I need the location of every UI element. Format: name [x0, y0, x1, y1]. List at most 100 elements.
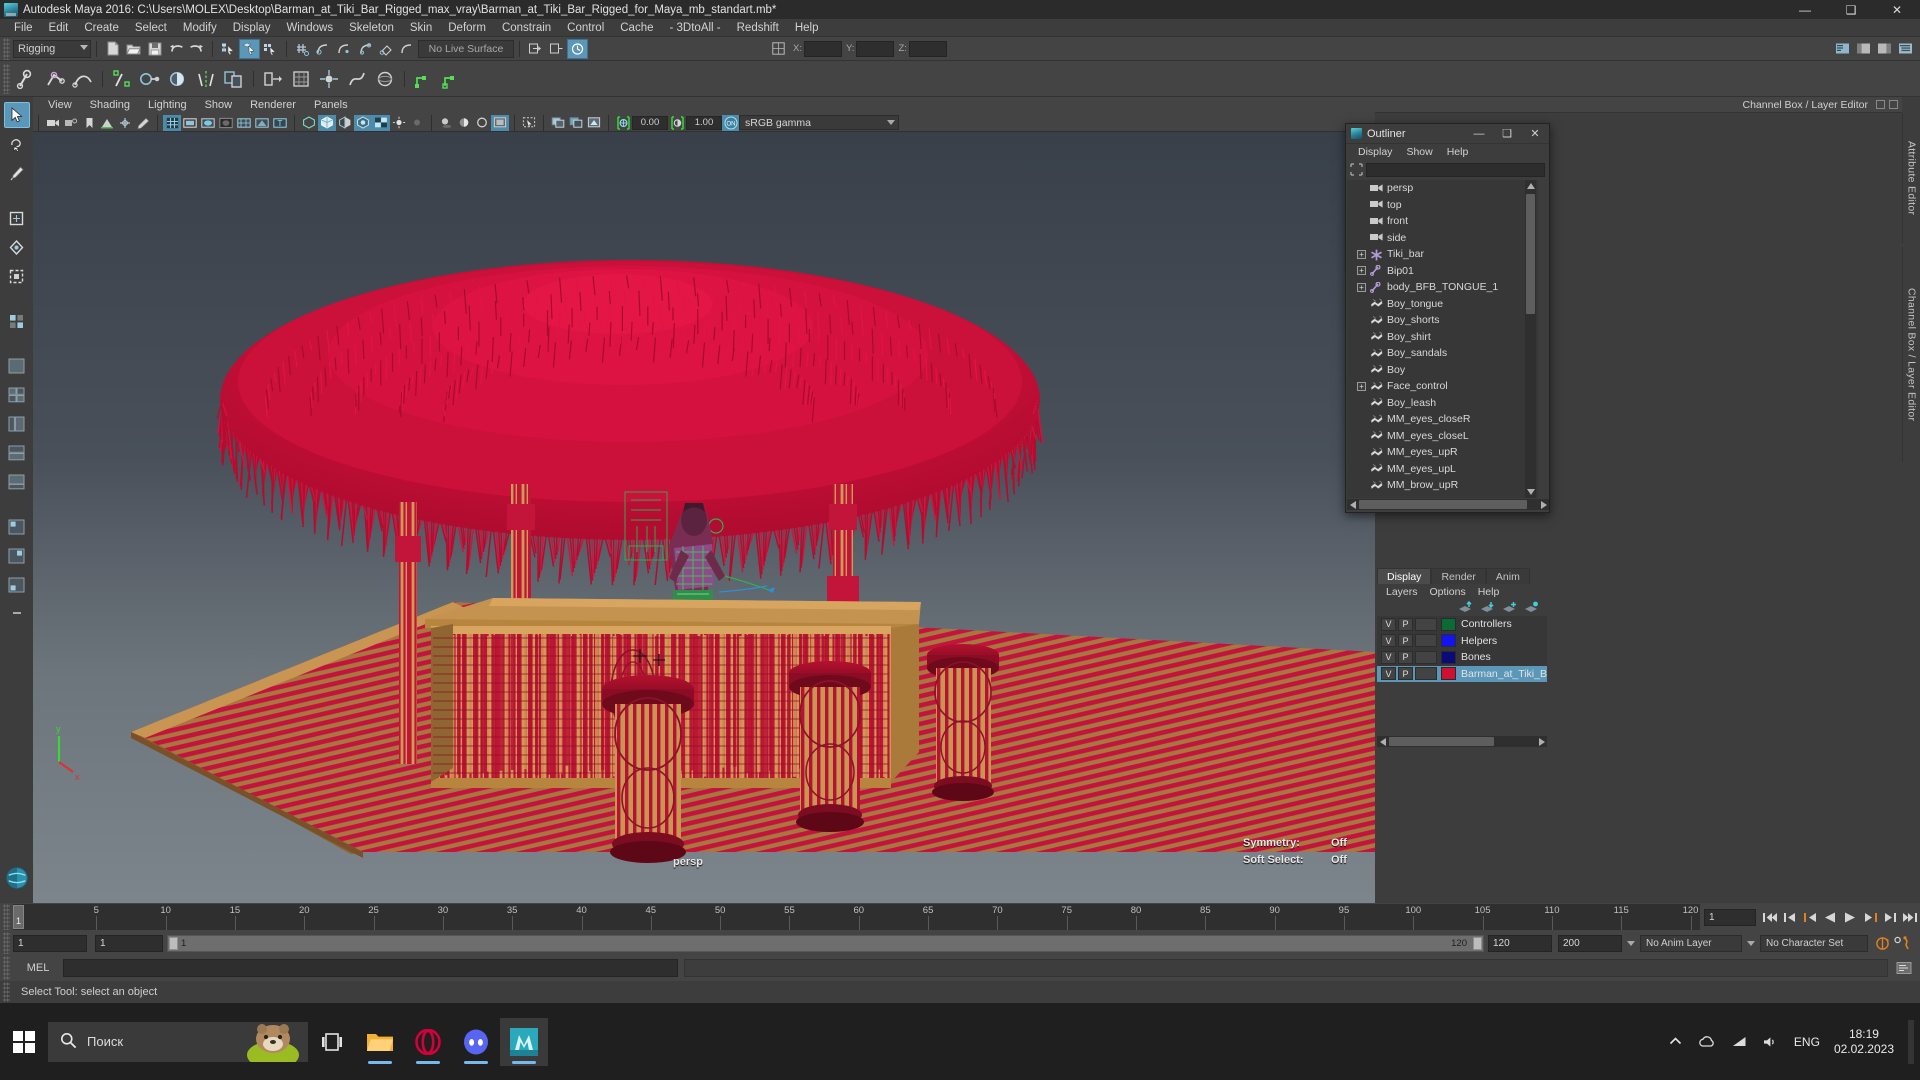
- joint-tool-button[interactable]: [13, 64, 41, 94]
- outliner-item[interactable]: + Face_control: [1347, 378, 1538, 395]
- select-tool-button[interactable]: [3, 102, 30, 128]
- time-slider-track[interactable]: 1 5 10 15 20 25 30 35 40 45 50 55 60 65 70 75 80 85 90 95 1…: [13, 904, 1700, 930]
- outliner-item[interactable]: +Boy_shorts: [1347, 312, 1538, 329]
- commandline-gripper[interactable]: [3, 956, 10, 980]
- outliner-vertical-scrollbar[interactable]: [1525, 180, 1536, 498]
- playback-start-field[interactable]: 1: [95, 934, 163, 952]
- layer-visibility-toggle[interactable]: V: [1381, 634, 1396, 648]
- outliner-item[interactable]: +side: [1347, 230, 1538, 247]
- viewport-menu-lighting[interactable]: Lighting: [139, 97, 196, 114]
- outliner-item[interactable]: +Boy_shirt: [1347, 329, 1538, 346]
- ik-spline-handle-button[interactable]: [69, 64, 97, 94]
- cluster-button[interactable]: [315, 64, 343, 94]
- command-line-input[interactable]: [63, 959, 678, 977]
- layer-row[interactable]: V P Controllers: [1377, 616, 1547, 633]
- layout-outliner-persp-button[interactable]: [4, 411, 30, 437]
- layer-row[interactable]: V P Helpers: [1377, 633, 1547, 650]
- open-tool-settings-button[interactable]: [1853, 39, 1874, 59]
- animation-end-field[interactable]: 200: [1558, 934, 1622, 952]
- outliner-menu-show[interactable]: Show: [1399, 144, 1439, 161]
- network-tray-icon[interactable]: [1732, 1036, 1747, 1048]
- smooth-bind-button[interactable]: [136, 64, 164, 94]
- paint-selection-tool-button[interactable]: [4, 160, 30, 186]
- taskbar-clock[interactable]: 18:19 02.02.2023: [1834, 1027, 1894, 1057]
- outliner-scroll-down-arrow[interactable]: [1525, 486, 1536, 498]
- twoD-pan-zoom-icon[interactable]: [116, 115, 134, 131]
- task-view-icon[interactable]: [308, 1018, 356, 1066]
- shading-checker-icon[interactable]: [372, 114, 390, 131]
- show-desktop-button[interactable]: [1908, 1019, 1914, 1064]
- render-current-frame-icon[interactable]: [549, 115, 567, 131]
- current-frame-field[interactable]: 1: [1704, 908, 1756, 926]
- layer-visibility-toggle[interactable]: V: [1381, 617, 1396, 631]
- layer-state-toggle[interactable]: [1415, 634, 1437, 648]
- select-camera-icon[interactable]: [44, 115, 62, 131]
- range-start-handle[interactable]: [169, 936, 178, 950]
- outliner-menu-display[interactable]: Display: [1351, 144, 1399, 161]
- layer-row[interactable]: VP Barman_at_Tiki_Bar_Ri: [1377, 665, 1547, 682]
- layout-preset-b-button[interactable]: [4, 543, 30, 569]
- menu-item-display[interactable]: Display: [225, 19, 279, 37]
- lasso-tool-button[interactable]: [4, 131, 30, 157]
- anim-layer-chevron-icon[interactable]: [1627, 940, 1635, 946]
- snap-to-point-button[interactable]: [334, 39, 355, 59]
- menu-item-modify[interactable]: Modify: [175, 19, 225, 37]
- outliner-menu-help[interactable]: Help: [1440, 144, 1476, 161]
- layer-playback-toggle[interactable]: P: [1398, 667, 1413, 681]
- outliner-item[interactable]: + Bip01: [1347, 263, 1538, 280]
- gate-mask-icon[interactable]: [217, 115, 235, 131]
- move-layer-down-icon[interactable]: [1480, 601, 1495, 616]
- layer-scroll-left-arrow[interactable]: [1378, 737, 1387, 746]
- exposure-icon[interactable]: [614, 115, 632, 131]
- layer-visibility-toggle[interactable]: V: [1381, 650, 1396, 664]
- viewport-menu-shading[interactable]: Shading: [81, 97, 139, 114]
- snap-to-projected-center-button[interactable]: [355, 39, 376, 59]
- rangeslider-gripper[interactable]: [3, 932, 10, 954]
- layer-state-toggle[interactable]: [1415, 667, 1437, 681]
- camera-attributes-icon[interactable]: [62, 115, 80, 131]
- open-channel-box-button[interactable]: [1874, 39, 1895, 59]
- ik-handle-tool-button[interactable]: [41, 64, 69, 94]
- layer-editor-tab-display[interactable]: Display: [1377, 568, 1432, 584]
- paint-skin-weights-button[interactable]: [164, 64, 192, 94]
- snap-to-grid-button[interactable]: [292, 39, 313, 59]
- outliner-scroll-left-arrow[interactable]: [1348, 500, 1357, 509]
- close-button[interactable]: ✕: [1874, 0, 1920, 19]
- coord-z-input[interactable]: [908, 40, 947, 57]
- onedrive-tray-icon[interactable]: [1698, 1035, 1716, 1048]
- scale-tool-button[interactable]: [4, 263, 30, 289]
- viewport-menu-panels[interactable]: Panels: [305, 97, 357, 114]
- layer-row[interactable]: V P Bones: [1377, 649, 1547, 666]
- outliner-item[interactable]: +MM_eyes_upL: [1347, 461, 1538, 478]
- snap-to-view-plane-button[interactable]: [376, 39, 397, 59]
- layer-editor-tab-render[interactable]: Render: [1431, 568, 1486, 584]
- color-mode-dropdown[interactable]: sRGB gamma: [739, 115, 899, 130]
- playback-end-field[interactable]: 120: [1488, 934, 1552, 952]
- timeslider-gripper[interactable]: [3, 904, 10, 930]
- outliner-item[interactable]: +MM_eyes_upR: [1347, 444, 1538, 461]
- outliner-scroll-right-arrow[interactable]: [1539, 500, 1548, 509]
- file-explorer-icon[interactable]: [356, 1018, 404, 1066]
- layer-color-swatch[interactable]: [1441, 617, 1456, 631]
- statusline-gripper[interactable]: [3, 37, 10, 60]
- open-attribute-editor-button[interactable]: [1832, 39, 1853, 59]
- move-tool-button[interactable]: [4, 205, 30, 231]
- copy-skin-weights-button[interactable]: [220, 64, 248, 94]
- view-cube-button[interactable]: [4, 865, 30, 891]
- use-all-lights-icon[interactable]: [408, 115, 426, 131]
- wrap-deformer-button[interactable]: [371, 64, 399, 94]
- outliner-item[interactable]: +MM_brow_upR: [1347, 477, 1538, 494]
- menu-item-edit[interactable]: Edit: [41, 19, 77, 37]
- play-backwards-button[interactable]: [1820, 907, 1840, 927]
- color-management-toggle[interactable]: ON: [722, 114, 739, 131]
- xray-mode-icon[interactable]: [253, 115, 271, 131]
- layer-state-toggle[interactable]: [1415, 650, 1437, 664]
- use-default-lighting-icon[interactable]: [390, 115, 408, 131]
- step-back-keyframe-button[interactable]: [1780, 907, 1800, 927]
- menu-item-skeleton[interactable]: Skeleton: [341, 19, 402, 37]
- render-settings-icon[interactable]: [585, 115, 603, 131]
- ambient-occlusion-icon[interactable]: [455, 115, 473, 131]
- blend-shape-button[interactable]: [259, 64, 287, 94]
- command-line-language-label[interactable]: MEL: [13, 962, 63, 974]
- anim-layer-dropdown[interactable]: No Anim Layer: [1640, 934, 1742, 952]
